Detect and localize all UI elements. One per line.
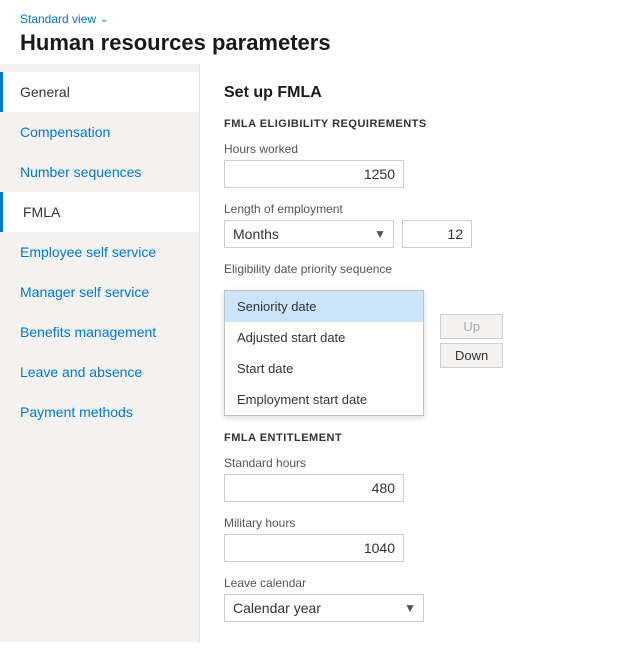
sidebar-item-benefits-management[interactable]: Benefits management [0,312,199,352]
entitlement-section-label: FMLA ENTITLEMENT [224,432,610,444]
updown-button-group: Up Down [440,314,503,368]
length-of-employment-label: Length of employment [224,202,610,216]
standard-hours-input[interactable] [224,474,404,502]
sidebar-item-compensation[interactable]: Compensation [0,112,199,152]
length-of-employment-field: Length of employment Months Years Days ▼ [224,202,610,248]
up-button[interactable]: Up [440,314,503,339]
sidebar-item-fmla[interactable]: FMLA [0,192,199,232]
priority-row: Seniority date Adjusted start date Start… [224,290,610,416]
chevron-down-icon: ⌄ [100,14,108,25]
leave-calendar-wrapper: Calendar year Fiscal year ▼ [224,594,424,622]
military-hours-input[interactable] [224,534,404,562]
standard-hours-field: Standard hours [224,456,610,502]
leave-calendar-dropdown[interactable]: Calendar year Fiscal year [224,594,424,622]
sidebar-item-manager-self-service[interactable]: Manager self service [0,272,199,312]
hours-worked-label: Hours worked [224,142,610,156]
down-button[interactable]: Down [440,343,503,368]
length-of-employment-row: Months Years Days ▼ [224,220,610,248]
dropdown-option-employment-start-date[interactable]: Employment start date [225,384,423,415]
sidebar-item-leave-and-absence[interactable]: Leave and absence [0,352,199,392]
eligibility-date-label: Eligibility date priority sequence [224,262,610,276]
eligibility-section-label: FMLA ELIGIBILITY REQUIREMENTS [224,118,610,130]
standard-view-label: Standard view [20,12,96,26]
length-value-input[interactable] [402,220,472,248]
length-dropdown[interactable]: Months Years Days [224,220,394,248]
military-hours-label: Military hours [224,516,610,530]
length-dropdown-wrapper: Months Years Days ▼ [224,220,394,248]
sidebar-item-payment-methods[interactable]: Payment methods [0,392,199,432]
priority-sequence-area: Eligibility date priority sequence Senio… [224,262,610,622]
entitlement-section: FMLA ENTITLEMENT Standard hours Military… [224,432,610,622]
dropdown-option-adjusted-start-date[interactable]: Adjusted start date [225,322,423,353]
header: Standard view ⌄ Human resources paramete… [0,0,634,64]
dropdown-option-seniority-date[interactable]: Seniority date [225,291,423,322]
section-title: Set up FMLA [224,84,610,102]
eligibility-date-field: Eligibility date priority sequence [224,262,610,276]
hours-worked-field: Hours worked [224,142,610,188]
sidebar-item-number-sequences[interactable]: Number sequences [0,152,199,192]
hours-worked-input[interactable] [224,160,404,188]
dropdown-option-start-date[interactable]: Start date [225,353,423,384]
military-hours-field: Military hours [224,516,610,562]
main-layout: General Compensation Number sequences FM… [0,64,634,642]
sidebar-item-general[interactable]: General [0,72,199,112]
page-title: Human resources parameters [20,30,614,56]
leave-calendar-field: Leave calendar Calendar year Fiscal year… [224,576,610,622]
standard-hours-label: Standard hours [224,456,610,470]
standard-view-link[interactable]: Standard view ⌄ [20,12,614,26]
priority-dropdown-list: Seniority date Adjusted start date Start… [224,290,424,416]
leave-calendar-label: Leave calendar [224,576,610,590]
sidebar-item-employee-self-service[interactable]: Employee self service [0,232,199,272]
content-area: Set up FMLA FMLA ELIGIBILITY REQUIREMENT… [200,64,634,642]
sidebar: General Compensation Number sequences FM… [0,64,200,642]
